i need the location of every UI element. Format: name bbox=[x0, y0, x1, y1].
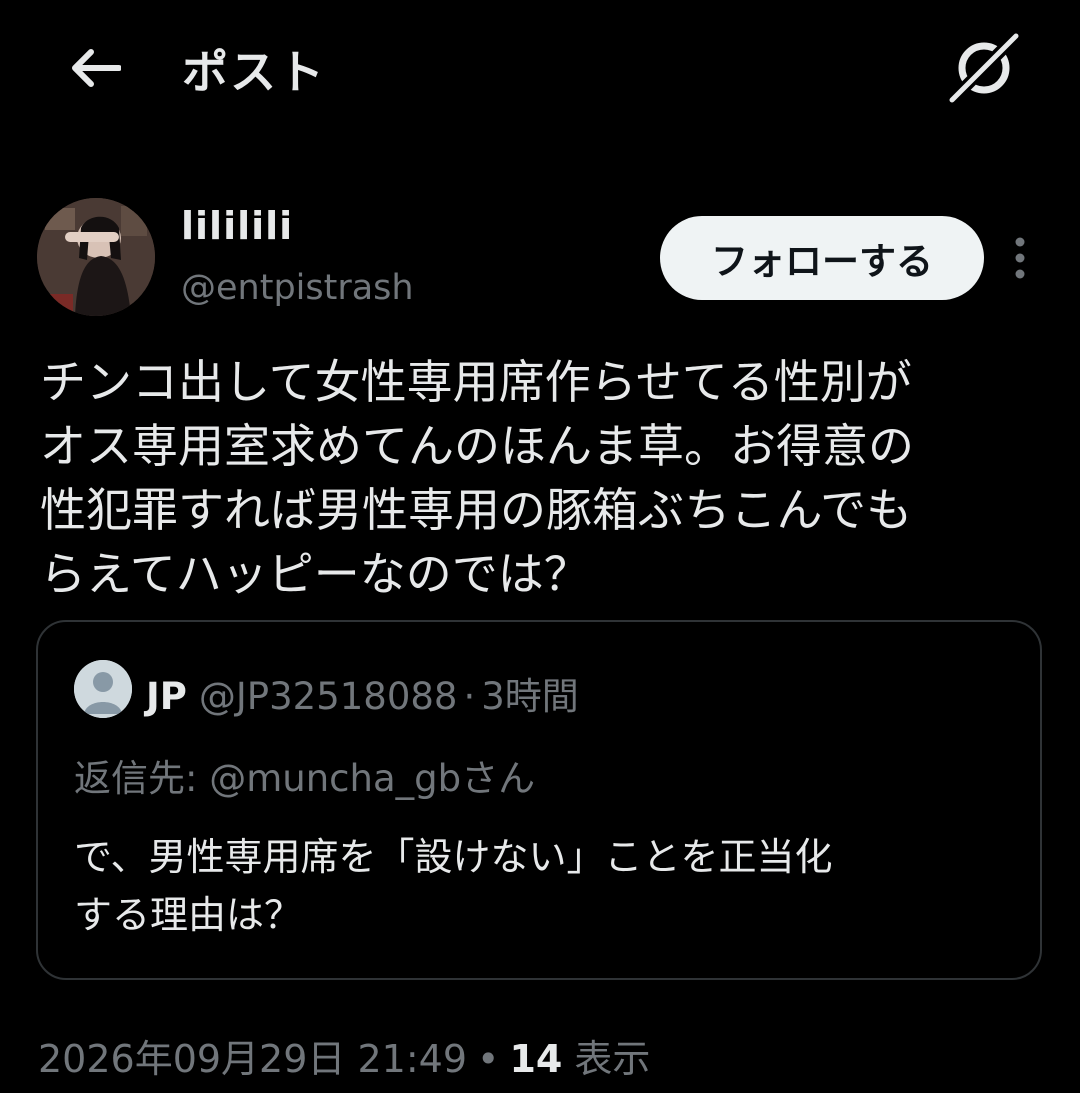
views-label: 表示 bbox=[574, 1037, 651, 1081]
page-title: ポスト bbox=[182, 45, 326, 99]
avatar[interactable] bbox=[37, 198, 155, 316]
top-bar: ポスト bbox=[0, 0, 1080, 140]
grok-button[interactable] bbox=[944, 28, 1024, 108]
meta-separator: • bbox=[477, 1037, 500, 1081]
quoted-post[interactable]: JP @JP32518088 · 3時間 返信先: @muncha_gbさん で… bbox=[36, 620, 1042, 980]
quoted-user-handle[interactable]: @JP32518088 bbox=[199, 675, 458, 718]
post-meta: 2026年09月29日 21:49 • 14 表示 bbox=[38, 1028, 650, 1083]
reply-to-label: 返信先: @muncha_gbさん bbox=[74, 757, 536, 800]
arrow-left-icon bbox=[72, 49, 121, 87]
post-text: チンコ出して女性専用席作らせてる性別が オス専用室求めてんのほんま草。お得意の … bbox=[40, 355, 914, 601]
follow-button[interactable]: フォローする bbox=[660, 216, 984, 300]
quoted-display-name[interactable]: JP bbox=[146, 675, 187, 718]
grok-icon bbox=[946, 30, 1022, 106]
post-datetime[interactable]: 2026年09月29日 21:49 bbox=[38, 1028, 467, 1083]
more-vertical-icon bbox=[1015, 237, 1025, 279]
quoted-timestamp: 3時間 bbox=[481, 675, 579, 718]
user-handle[interactable]: @entpistrash bbox=[181, 268, 414, 308]
quoted-post-header: JP @JP32518088 · 3時間 bbox=[146, 666, 579, 720]
quoted-avatar[interactable] bbox=[74, 660, 132, 718]
more-options-button[interactable] bbox=[1000, 226, 1040, 290]
quoted-post-text: で、男性専用席を「設けない」ことを正当化 する理由は？ bbox=[74, 835, 833, 937]
back-button[interactable] bbox=[62, 38, 128, 98]
quoted-separator: · bbox=[463, 675, 476, 718]
avatar-photo bbox=[37, 198, 155, 316]
views-count: 14 bbox=[509, 1037, 563, 1081]
author-row: lililili @entpistrash フォローする bbox=[0, 190, 1080, 330]
default-user-icon bbox=[74, 660, 132, 718]
display-name[interactable]: lililili bbox=[181, 204, 293, 248]
